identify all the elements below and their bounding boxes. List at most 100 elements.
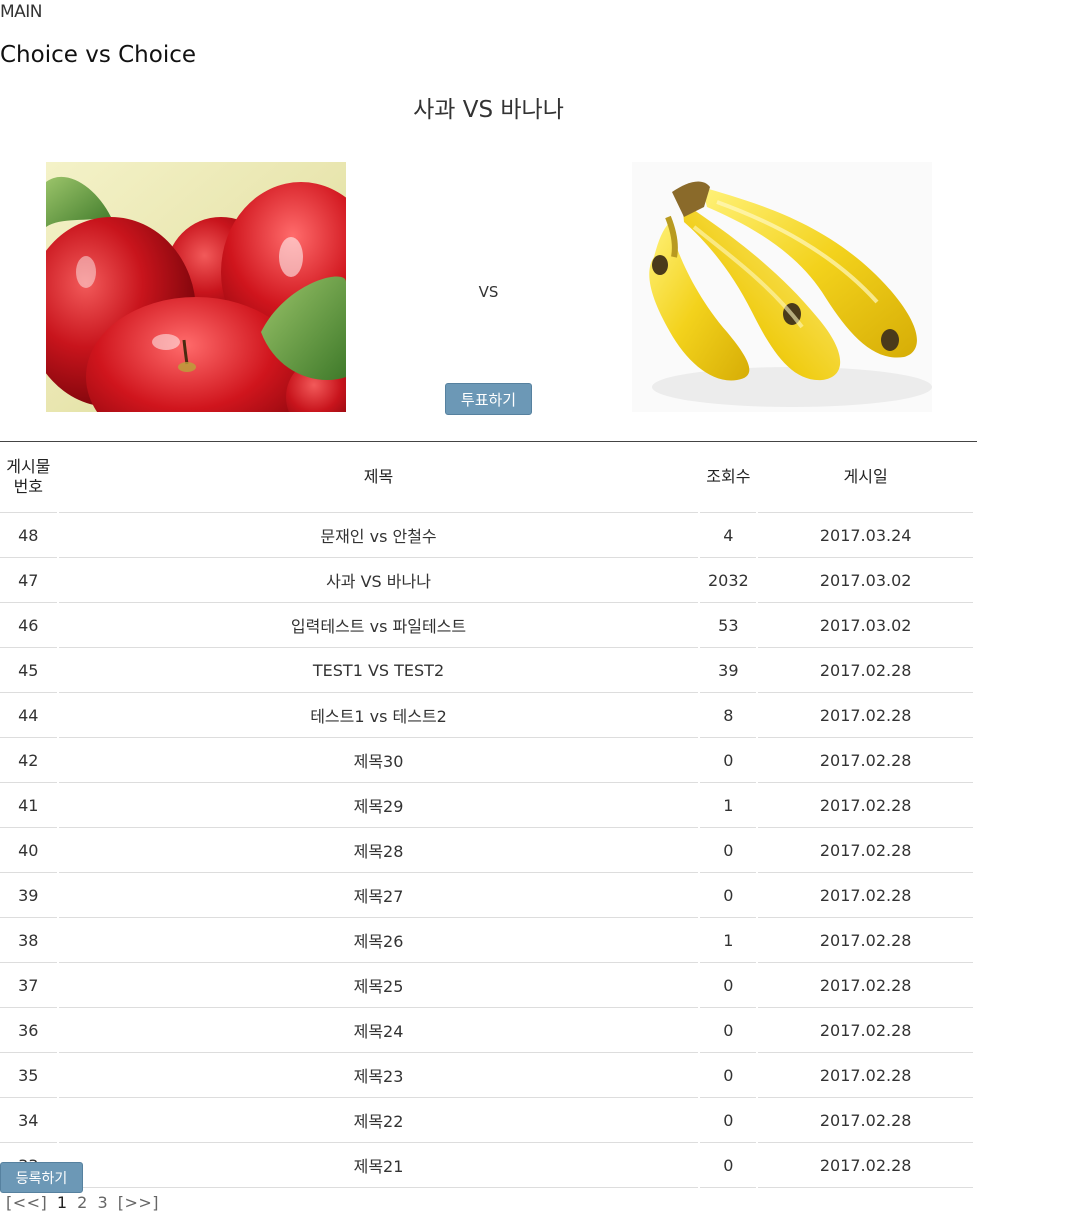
post-title-link[interactable]: 제목22 [354,1112,404,1131]
apples-image[interactable] [46,162,346,412]
title-cell[interactable]: 제목23 [58,1053,699,1098]
table-row: 39 제목27 0 2017.02.28 [0,873,973,918]
views-cell: 0 [700,1098,757,1143]
vote-button[interactable]: 투표하기 [445,383,532,415]
title-cell[interactable]: 제목29 [58,783,699,828]
post-title-link[interactable]: 입력테스트 vs 파일테스트 [291,617,466,636]
title-cell[interactable]: 입력테스트 vs 파일테스트 [58,603,699,648]
date-cell: 2017.02.28 [758,738,973,783]
date-cell: 2017.02.28 [758,693,973,738]
pager-page-2[interactable]: 2 [77,1193,88,1212]
views-cell: 0 [700,828,757,873]
post-title-link[interactable]: 제목27 [354,887,404,906]
post-title-link[interactable]: TEST1 VS TEST2 [313,661,444,680]
views-cell: 1 [700,918,757,963]
post-number-cell: 35 [0,1053,57,1098]
post-title-link[interactable]: 제목25 [354,977,404,996]
views-cell: 0 [700,1008,757,1053]
table-row: 34 제목22 0 2017.02.28 [0,1098,973,1143]
post-number-cell: 34 [0,1098,57,1143]
table-row: 36 제목24 0 2017.02.28 [0,1008,973,1053]
title-cell[interactable]: 제목22 [58,1098,699,1143]
table-row: 37 제목25 0 2017.02.28 [0,963,973,1008]
date-cell: 2017.02.28 [758,828,973,873]
views-cell: 0 [700,1143,757,1188]
post-title-link[interactable]: 제목28 [354,842,404,861]
views-cell: 0 [700,873,757,918]
vs-label: VS [478,283,499,301]
header-title: 제목 [58,442,699,513]
header-views: 조회수 [700,442,757,513]
title-cell[interactable]: 제목25 [58,963,699,1008]
post-title-link[interactable]: 문재인 vs 안철수 [320,527,436,546]
pager-page-3[interactable]: 3 [97,1193,108,1212]
post-number-cell: 44 [0,693,57,738]
title-cell[interactable]: 제목26 [58,918,699,963]
post-title-link[interactable]: 제목23 [354,1067,404,1086]
bananas-image[interactable] [632,162,932,412]
write-button[interactable]: 등록하기 [0,1162,83,1193]
table-row: 41 제목29 1 2017.02.28 [0,783,973,828]
site-title: Choice vs Choice [0,42,197,68]
post-title-link[interactable]: 사과 VS 바나나 [326,572,431,591]
title-cell[interactable]: 제목28 [58,828,699,873]
title-cell[interactable]: TEST1 VS TEST2 [58,648,699,693]
date-cell: 2017.03.24 [758,513,973,558]
matchup-title: 사과 VS 바나나 [413,97,564,123]
title-cell[interactable]: 제목30 [58,738,699,783]
post-title-link[interactable]: 제목29 [354,797,404,816]
views-cell: 0 [700,1053,757,1098]
views-cell: 1 [700,783,757,828]
header-date: 게시일 [758,442,973,513]
views-cell: 4 [700,513,757,558]
views-cell: 39 [700,648,757,693]
board-rows: 48 문재인 vs 안철수 4 2017.03.24 47 사과 VS 바나나 2032 20… [0,513,973,1188]
board-table: 게시물 번호 제목 조회수 게시일 48 문재인 vs 안철수 4 2017.03.2… [0,442,975,1188]
date-cell: 2017.03.02 [758,558,973,603]
table-row: 47 사과 VS 바나나 2032 2017.03.02 [0,558,973,603]
table-row: 48 문재인 vs 안철수 4 2017.03.24 [0,513,973,558]
table-row: 45 TEST1 VS TEST2 39 2017.02.28 [0,648,973,693]
post-number-cell: 37 [0,963,57,1008]
title-cell[interactable]: 테스트1 vs 테스트2 [58,693,699,738]
table-row: 38 제목26 1 2017.02.28 [0,918,973,963]
post-number-cell: 38 [0,918,57,963]
post-number-cell: 48 [0,513,57,558]
table-row: 46 입력테스트 vs 파일테스트 53 2017.03.02 [0,603,973,648]
post-title-link[interactable]: 제목24 [354,1022,404,1041]
post-title-link[interactable]: 제목21 [354,1157,404,1176]
post-number-cell: 41 [0,783,57,828]
title-cell[interactable]: 제목27 [58,873,699,918]
header-post-number-line1: 게시물 [6,457,51,476]
post-number-cell: 40 [0,828,57,873]
post-title-link[interactable]: 제목26 [354,932,404,951]
date-cell: 2017.02.28 [758,648,973,693]
pager-page-1[interactable]: 1 [57,1193,68,1212]
board: 게시물 번호 제목 조회수 게시일 48 문재인 vs 안철수 4 2017.03.2… [0,441,977,1188]
date-cell: 2017.02.28 [758,873,973,918]
main-link[interactable]: MAIN [0,2,43,22]
post-number-cell: 42 [0,738,57,783]
date-cell: 2017.02.28 [758,1053,973,1098]
title-cell[interactable]: 제목21 [58,1143,699,1188]
pager-prev[interactable]: [<<] [6,1193,47,1212]
views-cell: 53 [700,603,757,648]
date-cell: 2017.02.28 [758,1143,973,1188]
apples-illustration [46,162,346,412]
title-cell[interactable]: 문재인 vs 안철수 [58,513,699,558]
post-title-link[interactable]: 테스트1 vs 테스트2 [310,707,447,726]
post-number-cell: 36 [0,1008,57,1053]
table-row: 44 테스트1 vs 테스트2 8 2017.02.28 [0,693,973,738]
post-number-cell: 45 [0,648,57,693]
table-row: 40 제목28 0 2017.02.28 [0,828,973,873]
title-cell[interactable]: 제목24 [58,1008,699,1053]
views-cell: 2032 [700,558,757,603]
date-cell: 2017.02.28 [758,918,973,963]
post-number-cell: 47 [0,558,57,603]
post-number-cell: 39 [0,873,57,918]
title-cell[interactable]: 사과 VS 바나나 [58,558,699,603]
pager-next[interactable]: [>>] [118,1193,159,1212]
pagination: [<<] 1 2 3 [>>] [6,1193,163,1212]
post-title-link[interactable]: 제목30 [354,752,404,771]
date-cell: 2017.02.28 [758,963,973,1008]
